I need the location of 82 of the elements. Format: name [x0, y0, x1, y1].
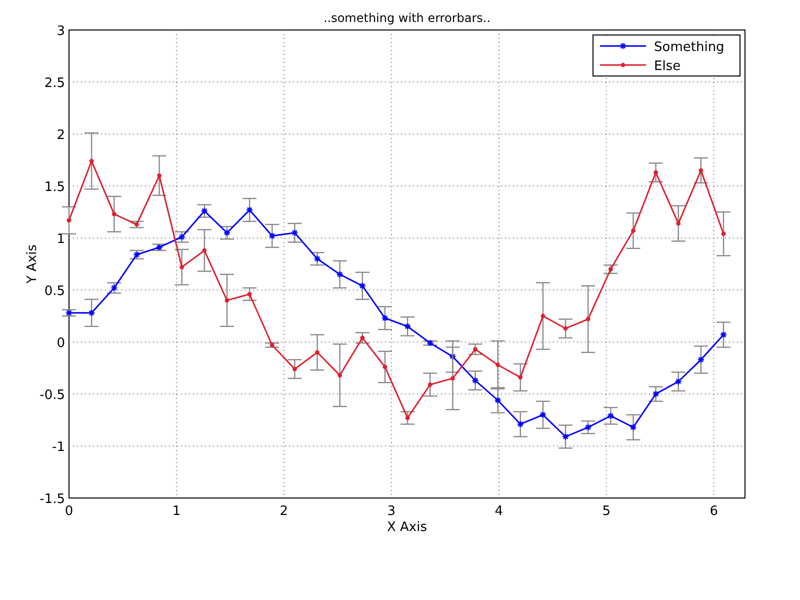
y-tick-label: 0	[56, 336, 65, 351]
x-tick-label: 5	[602, 504, 610, 519]
data-point	[269, 232, 276, 239]
data-point	[450, 354, 456, 360]
x-tick-label: 6	[710, 504, 718, 519]
data-point	[518, 375, 523, 380]
data-point	[157, 173, 162, 178]
data-point	[382, 364, 388, 370]
y-tick-label: 3	[56, 24, 65, 39]
data-point	[450, 376, 455, 381]
data-point	[178, 234, 185, 240]
data-point	[111, 284, 118, 291]
y-tick-label: -1.5	[40, 492, 65, 507]
data-point	[314, 256, 320, 262]
legend-label: Something	[654, 40, 724, 55]
data-point	[404, 323, 411, 330]
x-axis-label: X Axis	[387, 520, 427, 535]
data-point	[652, 391, 659, 397]
data-point	[630, 424, 636, 430]
data-point	[517, 421, 524, 428]
data-point	[405, 416, 410, 420]
data-point	[585, 424, 592, 430]
data-point	[472, 377, 478, 384]
data-point	[562, 434, 569, 440]
data-point	[315, 350, 320, 355]
data-point	[496, 362, 500, 368]
x-tick-label: 4	[494, 504, 504, 519]
data-point	[134, 252, 140, 258]
y-tick-label: 1	[56, 232, 65, 247]
data-point	[676, 221, 681, 226]
data-point	[563, 326, 568, 331]
data-point	[540, 314, 546, 318]
data-point	[338, 373, 342, 378]
data-point	[66, 310, 72, 316]
data-point	[473, 347, 478, 352]
data-point	[224, 298, 230, 303]
data-point	[246, 206, 253, 213]
data-point	[675, 378, 682, 385]
data-point	[494, 397, 501, 404]
data-point	[721, 232, 726, 236]
y-tick-label: 0.5	[44, 284, 65, 299]
data-point	[247, 292, 252, 296]
data-point	[89, 158, 94, 164]
data-point	[608, 412, 614, 419]
data-point	[270, 342, 274, 348]
data-point	[134, 222, 139, 227]
chart-title: ..something with errorbars..	[323, 11, 491, 25]
x-tick-label: 1	[172, 504, 181, 519]
data-point	[586, 316, 590, 322]
data-point	[180, 264, 184, 270]
x-tick-label: 0	[64, 504, 74, 519]
data-point	[88, 310, 95, 316]
y-tick-label: 2.5	[44, 76, 65, 91]
data-point	[540, 412, 546, 418]
y-tick-label: 2	[56, 128, 65, 143]
data-point	[382, 315, 388, 322]
data-point	[112, 212, 116, 216]
legend-label: Else	[654, 59, 681, 74]
data-point	[428, 382, 432, 387]
data-point	[427, 340, 434, 346]
data-point	[202, 248, 207, 253]
y-tick-label: -1	[52, 440, 65, 455]
x-tick-label: 3	[387, 504, 396, 519]
data-point	[292, 230, 298, 236]
data-point	[66, 218, 72, 223]
data-point	[654, 170, 658, 175]
y-tick-label: -0.5	[40, 388, 65, 403]
data-point	[698, 356, 704, 363]
data-point	[608, 267, 613, 272]
data-point	[156, 244, 162, 250]
data-point	[720, 332, 726, 338]
data-point	[360, 336, 365, 340]
y-axis-label: Y Axis	[25, 244, 40, 284]
y-tick-label: 1.5	[44, 180, 65, 195]
data-point	[698, 168, 704, 173]
data-point	[224, 230, 230, 236]
x-tick-label: 2	[280, 504, 288, 519]
data-point	[359, 282, 366, 289]
data-point	[336, 271, 343, 278]
data-point	[201, 208, 208, 214]
data-point	[292, 366, 297, 372]
data-point	[631, 228, 636, 233]
